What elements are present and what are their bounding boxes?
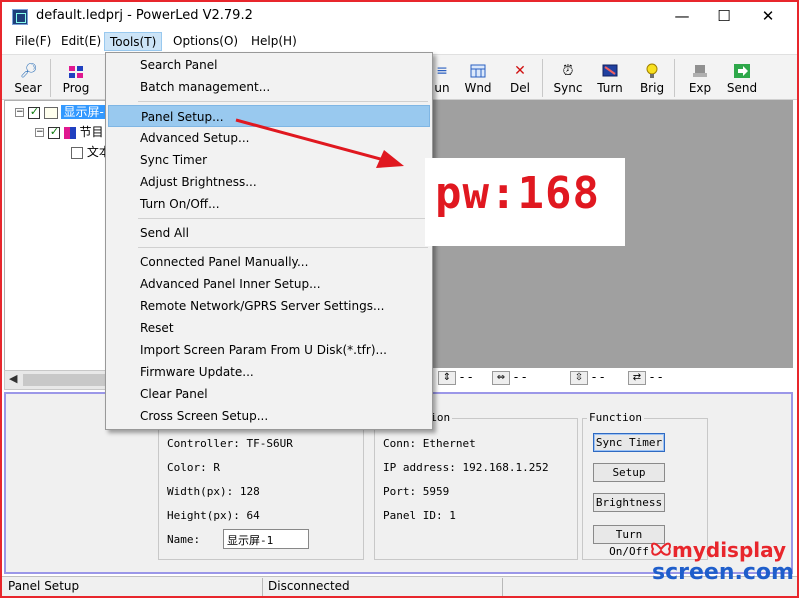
watermark-line1: mydisplay [672, 538, 787, 562]
annotation-arrow-icon [235, 118, 404, 168]
butterfly-icon [651, 542, 671, 556]
watermark-logo: mydisplay screen.com [650, 536, 796, 586]
password-text: pw:168 [435, 168, 600, 219]
password-annotation: pw:168 [425, 158, 625, 246]
watermark-line2: screen.com [652, 560, 794, 585]
